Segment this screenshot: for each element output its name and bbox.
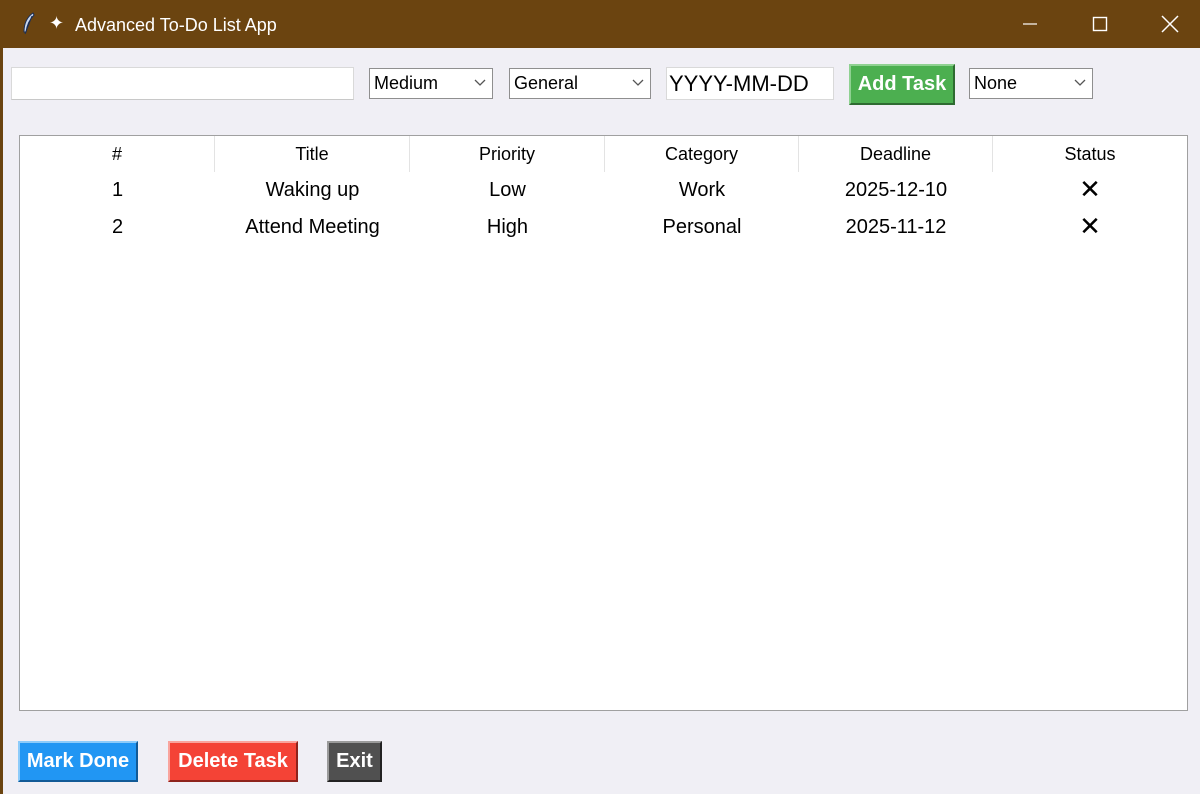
table-row[interactable]: 2 Attend Meeting High Personal 2025-11-1… (20, 209, 1187, 246)
cell-category: Personal (662, 216, 742, 238)
cell-number: 2 (111, 216, 124, 238)
task-title-input[interactable] (11, 67, 354, 100)
chevron-down-icon (474, 79, 486, 86)
close-icon (1161, 15, 1179, 33)
task-table[interactable]: # Title Priority Category Deadline Statu… (19, 135, 1188, 711)
chevron-down-icon (632, 79, 644, 86)
sparkle-icon: ✦ (49, 13, 65, 34)
close-button[interactable] (1135, 0, 1200, 48)
cell-category: Work (678, 179, 726, 201)
delete-task-button[interactable]: Delete Task (168, 741, 298, 782)
feather-icon (23, 12, 35, 35)
chevron-down-icon (1074, 79, 1086, 86)
deadline-input-text: YYYY-MM-DD (669, 71, 809, 96)
table-row[interactable]: 1 Waking up Low Work 2025-12-10 ✕ (20, 172, 1187, 209)
maximize-button[interactable] (1065, 0, 1135, 48)
title-bar[interactable]: ✦ Advanced To-Do List App (3, 0, 1200, 48)
minimize-icon (1023, 23, 1037, 25)
cell-number: 1 (111, 179, 124, 201)
cell-priority: High (486, 216, 529, 238)
filter-select-value: None (974, 73, 1018, 93)
category-select[interactable]: General (509, 68, 651, 99)
maximize-icon (1092, 16, 1108, 32)
filter-select[interactable]: None (969, 68, 1093, 99)
window-title: Advanced To-Do List App (75, 15, 277, 35)
add-task-button[interactable]: Add Task (849, 64, 955, 105)
cell-status-cross-icon: ✕ (1079, 212, 1101, 242)
cell-priority: Low (489, 179, 526, 201)
category-select-value: General (514, 73, 579, 93)
column-header-status[interactable]: Status (993, 136, 1187, 172)
column-header-number[interactable]: # (20, 136, 215, 172)
priority-select-value: Medium (374, 73, 439, 93)
cell-title: Attend Meeting (245, 216, 380, 238)
cell-status-cross-icon: ✕ (1079, 175, 1101, 205)
cell-title: Waking up (265, 179, 360, 201)
column-header-title[interactable]: Title (215, 136, 410, 172)
priority-select[interactable]: Medium (369, 68, 493, 99)
exit-button[interactable]: Exit (327, 741, 382, 782)
column-header-priority[interactable]: Priority (410, 136, 605, 172)
cell-deadline: 2025-12-10 (844, 179, 948, 201)
table-header: # Title Priority Category Deadline Statu… (20, 136, 1187, 172)
column-header-category[interactable]: Category (605, 136, 799, 172)
mark-done-button[interactable]: Mark Done (18, 741, 138, 782)
app-window: ✦ Advanced To-Do List App Medium General… (0, 0, 1200, 794)
task-entry-toolbar: Medium General YYYY-MM-DD Add Task None (3, 64, 1200, 105)
deadline-input[interactable]: YYYY-MM-DD (666, 67, 834, 100)
column-header-deadline[interactable]: Deadline (799, 136, 993, 172)
minimize-button[interactable] (995, 0, 1065, 48)
cell-deadline: 2025-11-12 (845, 216, 947, 238)
